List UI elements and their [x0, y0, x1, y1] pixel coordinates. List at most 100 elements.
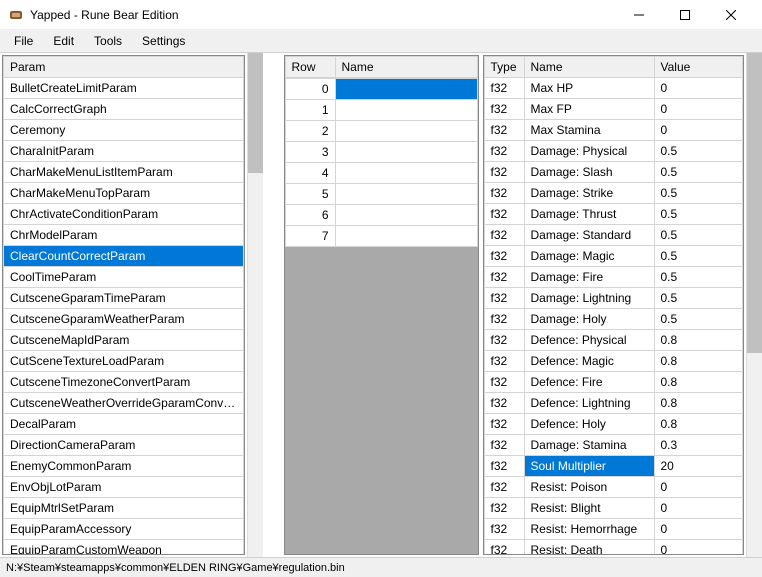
field-type-cell[interactable]: f32	[484, 225, 524, 246]
field-type-cell[interactable]: f32	[484, 141, 524, 162]
param-cell[interactable]: CutSceneTextureLoadParam	[4, 351, 244, 372]
param-cell[interactable]: ChrModelParam	[4, 225, 244, 246]
row-row[interactable]: 5	[285, 184, 477, 205]
field-type-cell[interactable]: f32	[484, 519, 524, 540]
field-row[interactable]: f32Damage: Fire0.5	[484, 267, 743, 288]
field-value-cell[interactable]: 0	[654, 477, 743, 498]
param-cell[interactable]: EquipMtrlSetParam	[4, 498, 244, 519]
field-name-cell[interactable]: Resist: Death	[524, 540, 654, 556]
param-row[interactable]: CutsceneMapIdParam	[4, 330, 244, 351]
row-row[interactable]: 2	[285, 121, 477, 142]
field-name-cell[interactable]: Max HP	[524, 78, 654, 99]
field-name-cell[interactable]: Damage: Lightning	[524, 288, 654, 309]
field-name-cell[interactable]: Resist: Hemorrhage	[524, 519, 654, 540]
field-name-cell[interactable]: Defence: Physical	[524, 330, 654, 351]
row-row[interactable]: 4	[285, 163, 477, 184]
field-type-cell[interactable]: f32	[484, 204, 524, 225]
field-value-cell[interactable]: 0.5	[654, 183, 743, 204]
param-row[interactable]: CharaInitParam	[4, 141, 244, 162]
field-value-cell[interactable]: 20	[654, 456, 743, 477]
row-row[interactable]: 0	[285, 79, 477, 100]
param-cell[interactable]: ChrActivateConditionParam	[4, 204, 244, 225]
params-grid[interactable]: Param BulletCreateLimitParamCalcCorrectG…	[3, 56, 244, 555]
field-type-cell[interactable]: f32	[484, 162, 524, 183]
field-row[interactable]: f32Damage: Standard0.5	[484, 225, 743, 246]
field-type-cell[interactable]: f32	[484, 267, 524, 288]
param-cell[interactable]: CutsceneGparamTimeParam	[4, 288, 244, 309]
field-row[interactable]: f32Max Stamina0	[484, 120, 743, 141]
param-cell[interactable]: Ceremony	[4, 120, 244, 141]
param-row[interactable]: EquipMtrlSetParam	[4, 498, 244, 519]
params-header[interactable]: Param	[4, 57, 244, 78]
row-number-cell[interactable]: 0	[285, 79, 335, 100]
field-row[interactable]: f32Resist: Hemorrhage0	[484, 519, 743, 540]
params-scroll-thumb[interactable]	[248, 53, 263, 173]
param-row[interactable]: CutsceneGparamTimeParam	[4, 288, 244, 309]
row-name-cell[interactable]	[335, 226, 477, 247]
param-row[interactable]: CharMakeMenuListItemParam	[4, 162, 244, 183]
row-name-cell[interactable]	[335, 121, 477, 142]
field-type-cell[interactable]: f32	[484, 330, 524, 351]
row-number-cell[interactable]: 2	[285, 121, 335, 142]
param-cell[interactable]: CharaInitParam	[4, 141, 244, 162]
field-name-cell[interactable]: Damage: Standard	[524, 225, 654, 246]
field-value-cell[interactable]: 0.8	[654, 393, 743, 414]
param-cell[interactable]: DecalParam	[4, 414, 244, 435]
row-number-cell[interactable]: 7	[285, 226, 335, 247]
field-row[interactable]: f32Damage: Stamina0.3	[484, 435, 743, 456]
field-row[interactable]: f32Soul Multiplier20	[484, 456, 743, 477]
param-row[interactable]: CharMakeMenuTopParam	[4, 183, 244, 204]
field-value-cell[interactable]: 0.5	[654, 225, 743, 246]
field-name-cell[interactable]: Defence: Holy	[524, 414, 654, 435]
rows-grid-header[interactable]: Row Name	[285, 56, 478, 78]
field-value-cell[interactable]: 0	[654, 498, 743, 519]
field-name-cell[interactable]: Damage: Strike	[524, 183, 654, 204]
fields-header-name[interactable]: Name	[524, 57, 654, 78]
field-value-cell[interactable]: 0	[654, 120, 743, 141]
field-row[interactable]: f32Resist: Death0	[484, 540, 743, 556]
params-scrollbar[interactable]	[247, 53, 263, 557]
param-cell[interactable]: EquipParamAccessory	[4, 519, 244, 540]
param-cell[interactable]: ClearCountCorrectParam	[4, 246, 244, 267]
field-type-cell[interactable]: f32	[484, 288, 524, 309]
field-type-cell[interactable]: f32	[484, 183, 524, 204]
param-row[interactable]: CoolTimeParam	[4, 267, 244, 288]
field-type-cell[interactable]: f32	[484, 477, 524, 498]
field-row[interactable]: f32Damage: Strike0.5	[484, 183, 743, 204]
field-type-cell[interactable]: f32	[484, 498, 524, 519]
param-row[interactable]: Ceremony	[4, 120, 244, 141]
field-value-cell[interactable]: 0	[654, 99, 743, 120]
param-cell[interactable]: CharMakeMenuTopParam	[4, 183, 244, 204]
field-name-cell[interactable]: Defence: Fire	[524, 372, 654, 393]
menu-tools[interactable]: Tools	[84, 31, 132, 51]
param-row[interactable]: CalcCorrectGraph	[4, 99, 244, 120]
row-row[interactable]: 1	[285, 100, 477, 121]
param-cell[interactable]: CoolTimeParam	[4, 267, 244, 288]
row-number-cell[interactable]: 4	[285, 163, 335, 184]
rows-header-row[interactable]: Row	[285, 57, 335, 78]
field-value-cell[interactable]: 0.5	[654, 162, 743, 183]
param-cell[interactable]: DirectionCameraParam	[4, 435, 244, 456]
field-type-cell[interactable]: f32	[484, 414, 524, 435]
field-value-cell[interactable]: 0.5	[654, 246, 743, 267]
param-row[interactable]: DirectionCameraParam	[4, 435, 244, 456]
param-row[interactable]: EnemyCommonParam	[4, 456, 244, 477]
field-value-cell[interactable]: 0.5	[654, 267, 743, 288]
field-value-cell[interactable]: 0.8	[654, 330, 743, 351]
field-row[interactable]: f32Defence: Holy0.8	[484, 414, 743, 435]
param-row[interactable]: BulletCreateLimitParam	[4, 78, 244, 99]
field-name-cell[interactable]: Resist: Blight	[524, 498, 654, 519]
param-row[interactable]: CutSceneTextureLoadParam	[4, 351, 244, 372]
field-value-cell[interactable]: 0	[654, 519, 743, 540]
fields-grid[interactable]: Type Name Value f32Max HP0f32Max FP0f32M…	[484, 56, 744, 555]
param-row[interactable]: CutsceneTimezoneConvertParam	[4, 372, 244, 393]
field-name-cell[interactable]: Damage: Slash	[524, 162, 654, 183]
menu-settings[interactable]: Settings	[132, 31, 195, 51]
param-cell[interactable]: CutsceneTimezoneConvertParam	[4, 372, 244, 393]
fields-scroll-thumb[interactable]	[747, 53, 762, 353]
field-row[interactable]: f32Damage: Holy0.5	[484, 309, 743, 330]
param-cell[interactable]: BulletCreateLimitParam	[4, 78, 244, 99]
param-row[interactable]: CutsceneGparamWeatherParam	[4, 309, 244, 330]
param-row[interactable]: ClearCountCorrectParam	[4, 246, 244, 267]
field-name-cell[interactable]: Defence: Magic	[524, 351, 654, 372]
